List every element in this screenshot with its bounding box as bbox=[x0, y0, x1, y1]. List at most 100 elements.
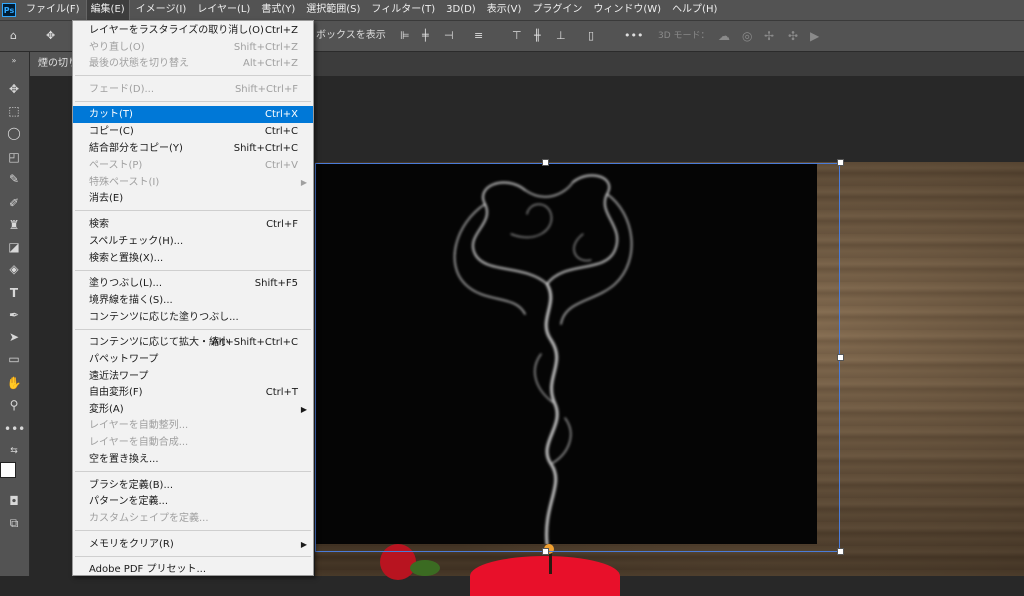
align-top-icon[interactable]: ⊤ bbox=[512, 27, 522, 45]
transform-handle-bottom[interactable] bbox=[542, 548, 549, 555]
screen-mode-icon[interactable]: ⧉ bbox=[4, 514, 24, 532]
menu-image[interactable]: イメージ(I) bbox=[132, 0, 191, 20]
3d-camera-icon[interactable]: ▶ bbox=[810, 27, 819, 45]
menu-item-stroke[interactable]: 境界線を描く(S)... bbox=[73, 292, 313, 309]
quick-mask-icon[interactable]: ◘ bbox=[4, 492, 24, 510]
transform-handle-top[interactable] bbox=[542, 159, 549, 166]
menu-item-spell-check[interactable]: スペルチェック(H)... bbox=[73, 233, 313, 250]
pen-tool-icon[interactable]: ✒ bbox=[4, 306, 24, 324]
menu-window[interactable]: ウィンドウ(W) bbox=[589, 0, 665, 20]
menu-select[interactable]: 選択範囲(S) bbox=[302, 0, 364, 20]
show-transform-controls-label[interactable]: ボックスを表示 bbox=[316, 27, 386, 45]
3d-drag-icon[interactable]: ✢ bbox=[764, 27, 774, 45]
menu-item-puppet-warp[interactable]: パペットワープ bbox=[73, 351, 313, 368]
menu-item-auto-blend-layers[interactable]: レイヤーを自動合成... bbox=[73, 434, 313, 451]
menu-item-sky-replacement[interactable]: 空を置き換え... bbox=[73, 451, 313, 468]
menu-item-cut[interactable]: カット(T) Ctrl+X bbox=[73, 106, 313, 123]
stamp-tool-icon[interactable]: ♜ bbox=[4, 216, 24, 234]
edit-menu-dropdown: レイヤーをラスタライズの取り消し(O) Ctrl+Z やり直し(O) Shift+C… bbox=[72, 20, 314, 576]
align-left-icon[interactable]: ⊫ bbox=[400, 27, 410, 45]
submenu-arrow-icon: ▶ bbox=[300, 178, 307, 187]
distribute-icon[interactable]: ≡ bbox=[474, 27, 483, 45]
home-icon[interactable]: ⌂ bbox=[10, 27, 17, 45]
apple-candle-image bbox=[470, 556, 620, 596]
object-select-tool-icon[interactable]: ◰ bbox=[4, 148, 24, 166]
move-tool-icon[interactable]: ✥ bbox=[4, 80, 24, 98]
move-tool-icon[interactable]: ✥ bbox=[46, 27, 55, 45]
3d-rotate-icon[interactable]: ☁ bbox=[718, 27, 730, 45]
menu-plugins[interactable]: プラグイン bbox=[528, 0, 586, 20]
align-bottom-icon[interactable]: ⊥ bbox=[556, 27, 566, 45]
menu-item-content-aware-fill[interactable]: コンテンツに応じた塗りつぶし... bbox=[73, 309, 313, 326]
menu-item-free-transform[interactable]: 自由変形(F) Ctrl+T bbox=[73, 384, 313, 401]
leaf-image bbox=[410, 560, 440, 576]
lasso-tool-icon[interactable]: ◯ bbox=[4, 124, 24, 142]
menu-item-clear[interactable]: 消去(E) bbox=[73, 190, 313, 207]
swap-colors-icon[interactable]: ⇆ bbox=[4, 442, 24, 460]
menu-edit[interactable]: 編集(E) bbox=[85, 0, 130, 21]
menu-item-copy-merged[interactable]: 結合部分をコピー(Y) Shift+Ctrl+C bbox=[73, 140, 313, 157]
transform-handle-right[interactable] bbox=[837, 354, 844, 361]
menu-separator bbox=[75, 556, 311, 557]
transform-handle-bottom-right[interactable] bbox=[837, 548, 844, 555]
menu-layer[interactable]: レイヤー(L) bbox=[193, 0, 254, 20]
menu-item-search[interactable]: 検索 Ctrl+F bbox=[73, 216, 313, 233]
menu-item-paste[interactable]: ペースト(P) Ctrl+V bbox=[73, 157, 313, 174]
menu-help[interactable]: ヘルプ(H) bbox=[668, 0, 721, 20]
photoshop-logo-icon[interactable]: Ps bbox=[2, 3, 16, 17]
zoom-tool-icon[interactable]: ⚲ bbox=[4, 396, 24, 414]
menu-separator bbox=[75, 530, 311, 531]
menu-3d[interactable]: 3D(D) bbox=[442, 0, 480, 20]
gradient-tool-icon[interactable]: ◈ bbox=[4, 260, 24, 278]
tools-panel: » ✥ ⬚ ◯ ◰ ✎ ✐ ♜ ◪ ◈ T ✒ ➤ ▭ ✋ ⚲ ••• ⇆ ◘ … bbox=[0, 52, 30, 576]
menu-item-toggle-last-state[interactable]: 最後の状態を切り替え Alt+Ctrl+Z bbox=[73, 55, 313, 72]
menu-item-fade[interactable]: フェード(D)... Shift+Ctrl+F bbox=[73, 81, 313, 98]
menu-filter[interactable]: フィルター(T) bbox=[367, 0, 439, 20]
3d-roll-icon[interactable]: ◎ bbox=[742, 27, 752, 45]
more-tools-icon[interactable]: ••• bbox=[4, 420, 25, 438]
align-center-icon[interactable]: ╪ bbox=[422, 27, 429, 45]
menu-item-auto-align-layers[interactable]: レイヤーを自動整列... bbox=[73, 417, 313, 434]
type-tool-icon[interactable]: T bbox=[4, 284, 24, 302]
menu-item-content-aware-scale[interactable]: コンテンツに応じて拡大・縮小 Alt+Shift+Ctrl+C bbox=[73, 334, 313, 351]
menu-item-define-custom-shape[interactable]: カスタムシェイプを定義... bbox=[73, 510, 313, 527]
menu-view[interactable]: 表示(V) bbox=[483, 0, 526, 20]
menu-separator bbox=[75, 210, 311, 211]
align-right-icon[interactable]: ⊣ bbox=[444, 27, 454, 45]
menu-item-define-pattern[interactable]: パターンを定義... bbox=[73, 493, 313, 510]
menu-item-define-brush[interactable]: ブラシを定義(B)... bbox=[73, 477, 313, 494]
menu-item-adobe-pdf-presets[interactable]: Adobe PDF プリセット... bbox=[73, 561, 313, 578]
submenu-arrow-icon: ▶ bbox=[300, 405, 307, 414]
menu-item-redo[interactable]: やり直し(O) Shift+Ctrl+Z bbox=[73, 39, 313, 56]
menu-item-copy[interactable]: コピー(C) Ctrl+C bbox=[73, 123, 313, 140]
menu-type[interactable]: 書式(Y) bbox=[257, 0, 299, 20]
more-options-icon[interactable]: ••• bbox=[624, 27, 643, 45]
menu-separator bbox=[75, 270, 311, 271]
menu-item-undo-rasterize[interactable]: レイヤーをラスタライズの取り消し(O) Ctrl+Z bbox=[73, 22, 313, 39]
align-middle-icon[interactable]: ╫ bbox=[534, 27, 541, 45]
brush-tool-icon[interactable]: ✐ bbox=[4, 194, 24, 212]
marquee-tool-icon[interactable]: ⬚ bbox=[4, 102, 24, 120]
menu-item-paste-special[interactable]: 特殊ペースト(I) ▶ bbox=[73, 174, 313, 191]
path-select-tool-icon[interactable]: ➤ bbox=[4, 328, 24, 346]
eyedropper-tool-icon[interactable]: ✎ bbox=[4, 170, 24, 188]
collapse-panel-icon[interactable]: » bbox=[4, 52, 24, 70]
menu-separator bbox=[75, 75, 311, 76]
menu-file[interactable]: ファイル(F) bbox=[22, 0, 84, 20]
menu-item-purge[interactable]: メモリをクリア(R) ▶ bbox=[73, 536, 313, 553]
foreground-color-swatch[interactable] bbox=[0, 462, 16, 478]
menu-item-fill[interactable]: 塗りつぶし(L)... Shift+F5 bbox=[73, 275, 313, 292]
menu-item-perspective-warp[interactable]: 遠近法ワープ bbox=[73, 368, 313, 385]
distribute-vertical-icon[interactable]: ▯ bbox=[588, 27, 594, 45]
menu-item-find-replace[interactable]: 検索と置換(X)... bbox=[73, 250, 313, 267]
3d-slide-icon[interactable]: ✣ bbox=[788, 27, 798, 45]
document-tab[interactable]: 煙の切り bbox=[30, 52, 72, 76]
submenu-arrow-icon: ▶ bbox=[300, 540, 307, 549]
transform-bounding-box[interactable] bbox=[315, 163, 840, 552]
menu-separator bbox=[75, 329, 311, 330]
menu-item-transform[interactable]: 変形(A) ▶ bbox=[73, 401, 313, 418]
rectangle-tool-icon[interactable]: ▭ bbox=[4, 350, 24, 368]
eraser-tool-icon[interactable]: ◪ bbox=[4, 238, 24, 256]
transform-handle-top-right[interactable] bbox=[837, 159, 844, 166]
hand-tool-icon[interactable]: ✋ bbox=[4, 374, 24, 392]
